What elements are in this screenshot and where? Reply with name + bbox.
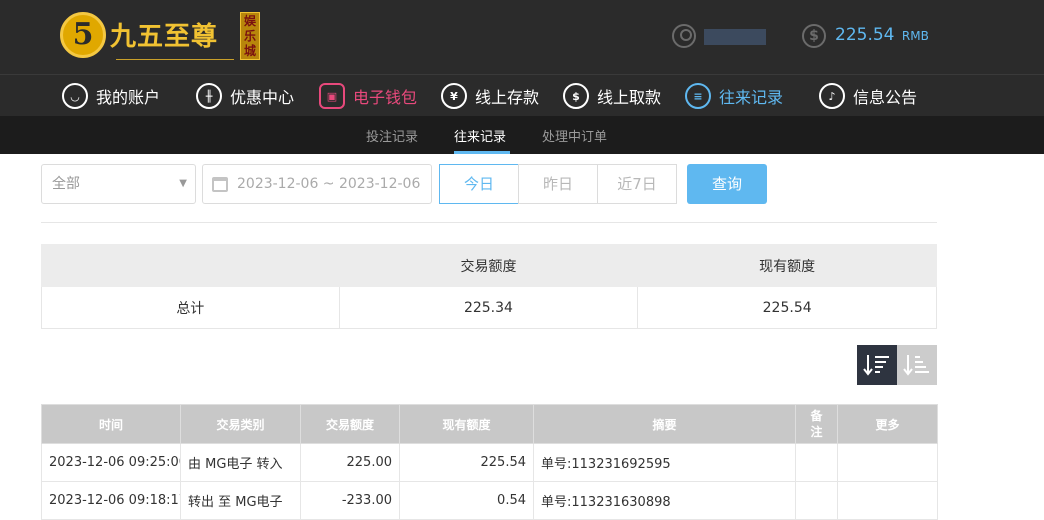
cell-time: 2023-12-06 09:18:17: [41, 481, 181, 520]
today-button[interactable]: 今日: [439, 164, 519, 204]
nav-online-withdraw[interactable]: $ 线上取款: [563, 82, 661, 110]
gift-icon: ╫: [196, 83, 222, 109]
wallet-icon: ▣: [319, 83, 345, 109]
transaction-type-select[interactable]: 全部 ▼: [41, 164, 196, 204]
balance-value: 225.54: [835, 25, 895, 45]
cell-amount: -233.00: [300, 481, 400, 520]
balance-display: 225.54 RMB: [835, 25, 929, 45]
cell-note: [795, 481, 838, 520]
select-value: 全部: [52, 176, 80, 192]
nav-label: 电子钱包: [353, 88, 418, 107]
site-logo[interactable]: 5 九五至尊 娱乐城: [60, 10, 260, 65]
cell-more[interactable]: [837, 481, 938, 520]
active-tab-indicator: [454, 151, 510, 154]
nav-records[interactable]: ≡ 往来记录: [685, 82, 783, 110]
nav-my-account[interactable]: ◡ 我的账户: [62, 82, 160, 110]
sort-ascending-button[interactable]: [897, 345, 937, 385]
summary-header-empty: [41, 244, 340, 287]
nav-label: 信息公告: [853, 88, 918, 107]
nav-label: 线上存款: [475, 88, 540, 107]
cell-balance: 225.54: [399, 443, 534, 482]
dollar-coin-icon: $: [802, 24, 826, 48]
sub-nav: 投注记录 往来记录 处理中订单: [0, 116, 1044, 154]
summary-table: 交易额度 现有额度 总计 225.34 225.54: [41, 244, 937, 329]
tab-transaction-records[interactable]: 往来记录: [454, 126, 506, 145]
records-header-row: 时间 交易类别 交易额度 现有额度 摘要 备 注 更多: [41, 404, 938, 444]
records-table: 时间 交易类别 交易额度 现有额度 摘要 备 注 更多 2023-12-06 0…: [41, 404, 938, 520]
calendar-icon: [212, 177, 228, 192]
nav-label: 线上取款: [597, 88, 662, 107]
header-note: 备 注: [795, 404, 838, 444]
cell-time: 2023-12-06 09:25:00: [41, 443, 181, 482]
query-button[interactable]: 查询: [687, 164, 767, 204]
cell-amount: 225.00: [300, 443, 400, 482]
last-7-days-button[interactable]: 近7日: [597, 164, 677, 204]
sort-descending-icon: [863, 355, 889, 376]
header-balance: 现有额度: [399, 404, 534, 444]
nav-label: 往来记录: [719, 88, 784, 107]
main-nav: ◡ 我的账户 ╫ 优惠中心 ▣ 电子钱包 ¥ 线上存款 $ 线上取款 ≡ 往来记…: [0, 74, 1044, 116]
cell-balance: 0.54: [399, 481, 534, 520]
summary-total-amount: 225.34: [338, 286, 639, 329]
nav-promotions[interactable]: ╫ 优惠中心: [196, 82, 294, 110]
logo-mark: 5: [60, 12, 106, 58]
summary-header-balance: 现有额度: [637, 244, 937, 287]
summary-header-row: 交易额度 现有额度: [41, 244, 937, 287]
header-time: 时间: [41, 404, 181, 444]
records-icon: ≡: [685, 83, 711, 109]
cell-note: [795, 443, 838, 482]
nav-label: 优惠中心: [230, 88, 295, 107]
cell-type: 转出 至 MG电子: [180, 481, 301, 520]
header-type: 交易类别: [180, 404, 301, 444]
logo-badge: 娱乐城: [240, 12, 260, 60]
cell-summary: 单号:113231692595: [533, 443, 796, 482]
header-summary: 摘要: [533, 404, 796, 444]
summary-total-balance: 225.54: [637, 286, 937, 329]
summary-total-label: 总计: [41, 286, 340, 329]
username-redacted: ■■■■■■: [704, 29, 766, 45]
yesterday-button[interactable]: 昨日: [518, 164, 598, 204]
header-more: 更多: [837, 404, 938, 444]
deposit-icon: ¥: [441, 83, 467, 109]
table-row: 2023-12-06 09:18:17 转出 至 MG电子 -233.00 0.…: [41, 481, 938, 520]
summary-total-row: 总计 225.34 225.54: [41, 286, 937, 329]
cell-more[interactable]: [837, 443, 938, 482]
nav-e-wallet[interactable]: ▣ 电子钱包: [319, 82, 417, 110]
nav-online-deposit[interactable]: ¥ 线上存款: [441, 82, 539, 110]
summary-header-amount: 交易额度: [338, 244, 639, 287]
table-row: 2023-12-06 09:25:00 由 MG电子 转入 225.00 225…: [41, 443, 938, 482]
balance-unit: RMB: [901, 29, 929, 43]
user-avatar-icon[interactable]: [672, 24, 696, 48]
chevron-down-icon: ▼: [179, 178, 187, 189]
tab-pending-orders[interactable]: 处理中订单: [542, 126, 607, 145]
logo-text: 九五至尊: [110, 22, 219, 52]
tab-bet-records[interactable]: 投注记录: [366, 126, 418, 145]
nav-label: 我的账户: [96, 88, 161, 107]
top-header: 5 九五至尊 娱乐城 ■■■■■■ $ 225.54 RMB: [0, 0, 1044, 74]
bell-icon: ♪: [819, 83, 845, 109]
header-amount: 交易额度: [300, 404, 400, 444]
cell-type: 由 MG电子 转入: [180, 443, 301, 482]
withdraw-icon: $: [563, 83, 589, 109]
date-range-value: 2023-12-06 ~ 2023-12-06: [237, 176, 421, 192]
logo-decoration: [116, 52, 234, 60]
sort-ascending-icon: [903, 355, 929, 376]
sort-descending-button[interactable]: [857, 345, 897, 385]
nav-announcements[interactable]: ♪ 信息公告: [819, 82, 917, 110]
user-icon: ◡: [62, 83, 88, 109]
cell-summary: 单号:113231630898: [533, 481, 796, 520]
divider: [41, 222, 937, 223]
date-range-input[interactable]: 2023-12-06 ~ 2023-12-06: [202, 164, 432, 204]
